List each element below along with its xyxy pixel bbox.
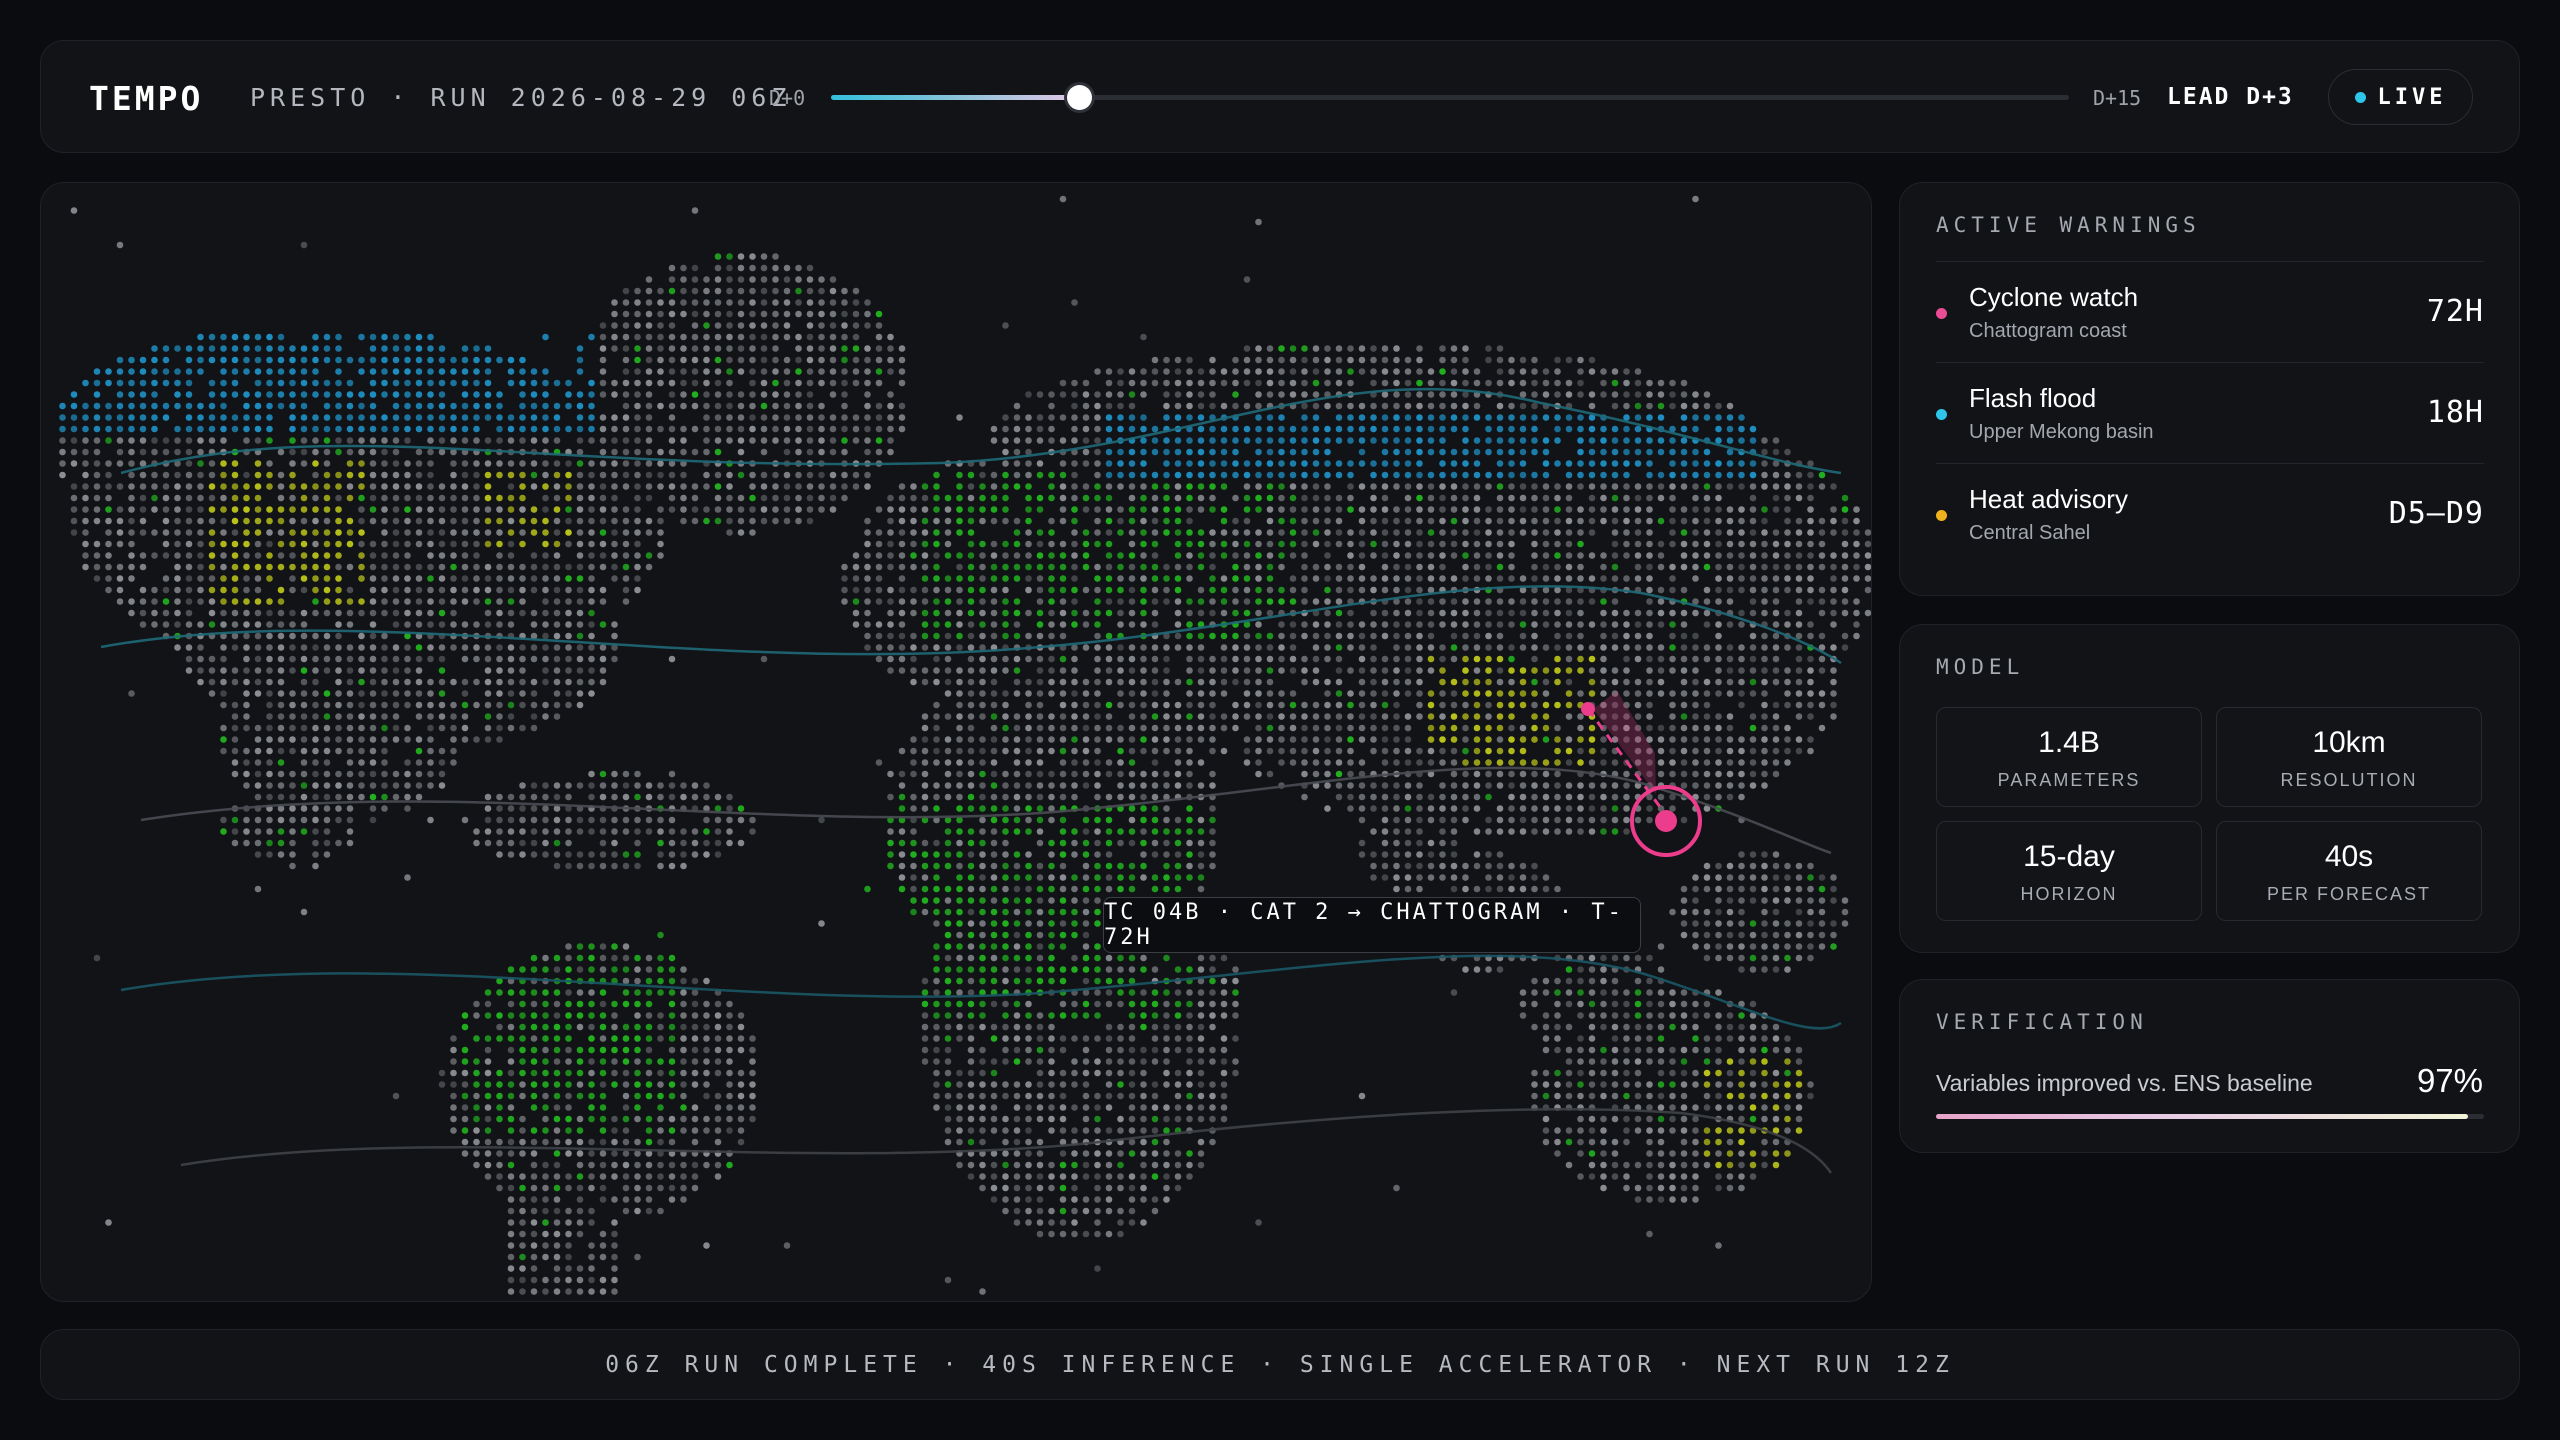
verification-progress-bar <box>1936 1114 2484 1119</box>
status-dot-icon <box>1936 510 1947 521</box>
model-stat-label: PARAMETERS <box>1997 770 2141 790</box>
model-stat-card: 1.4B PARAMETERS <box>1936 707 2202 807</box>
land-dot-grid <box>59 195 1871 1295</box>
verification-progress-fill <box>1936 1114 2468 1119</box>
warning-time: 18H <box>2426 395 2484 430</box>
timeline-end-label: D+15 <box>2093 86 2142 110</box>
warning-subtitle: Central Sahel <box>1969 522 2091 544</box>
model-stat-label: PER FORECAST <box>2266 884 2432 904</box>
warning-title: Flash flood <box>1969 383 2097 413</box>
model-stat-value: 40s <box>2324 840 2374 873</box>
cyclone-center-icon <box>1655 810 1677 832</box>
warning-time: 72H <box>2426 294 2484 329</box>
model-stat-value: 10km <box>2312 726 2386 759</box>
top-bar: TEMPO PRESTO · RUN 2026-08-29 06Z D+0 D+… <box>40 40 2520 153</box>
live-indicator-icon <box>2354 91 2366 103</box>
status-dot-icon <box>1936 308 1947 319</box>
warning-time: D5–D9 <box>2388 496 2484 531</box>
app-logo: TEMPO <box>89 79 204 118</box>
model-stat-label: HORIZON <box>2020 884 2118 904</box>
footer-status-text: 06Z RUN COMPLETE · 40S INFERENCE · SINGL… <box>605 1351 1955 1378</box>
warning-title: Heat advisory <box>1969 484 2128 514</box>
model-stat-value: 15-day <box>2023 840 2115 873</box>
model-stat-card: 40s PER FORECAST <box>2216 821 2482 921</box>
model-stat-card: 15-day HORIZON <box>1936 821 2202 921</box>
forecast-map[interactable]: TC 04B · CAT 2 → CHATTOGRAM · T-72H <box>40 182 1872 1302</box>
lead-time-label: LEAD D+3 <box>2167 84 2294 110</box>
model-stat-value: 1.4B <box>2038 726 2100 759</box>
lead-time-slider-fill <box>831 95 1079 100</box>
verification-percent: 97% <box>2416 1062 2483 1099</box>
model-title: MODEL <box>1936 655 2025 679</box>
warning-item-cyclone-watch[interactable]: Cyclone watch Chattogram coast 72H <box>1936 261 2484 362</box>
warning-title: Cyclone watch <box>1969 282 2139 312</box>
warning-item-flash-flood[interactable]: Flash flood Upper Mekong basin 18H <box>1936 362 2484 463</box>
forecast-map-canvas <box>59 195 1871 1295</box>
verification-text: Variables improved vs. ENS baseline <box>1936 1070 2313 1096</box>
warning-item-heat-advisory[interactable]: Heat advisory Central Sahel D5–D9 <box>1936 463 2484 564</box>
model-stat-label: RESOLUTION <box>2280 770 2418 790</box>
status-dot-icon <box>1936 409 1947 420</box>
verification-title: VERIFICATION <box>1936 1010 2148 1034</box>
warning-subtitle: Chattogram coast <box>1969 320 2127 342</box>
status-footer: 06Z RUN COMPLETE · 40S INFERENCE · SINGL… <box>40 1329 2520 1400</box>
model-panel: MODEL 1.4B PARAMETERS 10km RESOLUTION 15… <box>1899 624 2520 953</box>
live-button[interactable]: LIVE <box>2328 69 2473 125</box>
lead-time-slider-thumb[interactable] <box>1066 85 1092 110</box>
active-warnings-panel: ACTIVE WARNINGS Cyclone watch Chattogram… <box>1899 182 2520 596</box>
run-label: PRESTO · RUN 2026-08-29 06Z <box>250 83 792 112</box>
streamline <box>140 766 1832 855</box>
verification-panel: VERIFICATION Variables improved vs. ENS … <box>1899 979 2520 1153</box>
cyclone-origin-dot <box>1581 702 1595 716</box>
warning-subtitle: Upper Mekong basin <box>1969 421 2154 443</box>
model-stat-card: 10km RESOLUTION <box>2216 707 2482 807</box>
live-label: LIVE <box>2377 84 2447 110</box>
lead-time-slider[interactable] <box>831 85 2069 110</box>
storm-tooltip: TC 04B · CAT 2 → CHATTOGRAM · T-72H <box>1103 897 1641 953</box>
active-warnings-title: ACTIVE WARNINGS <box>1936 213 2201 237</box>
timeline-start-label: D+0 <box>769 86 806 110</box>
